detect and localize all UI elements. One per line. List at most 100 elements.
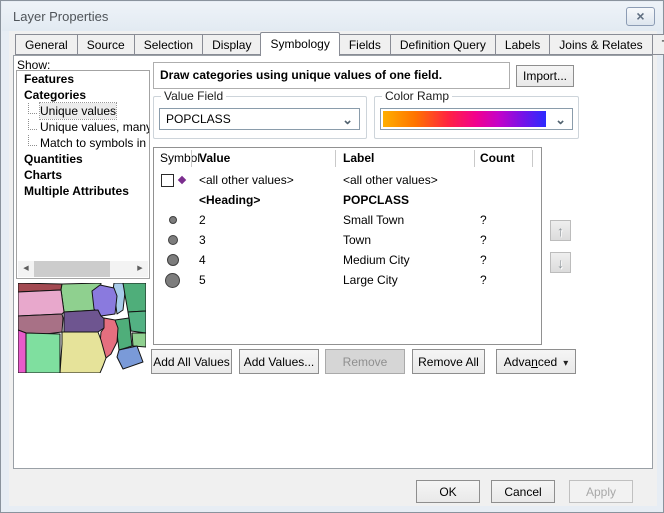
close-icon: ×: [636, 8, 644, 24]
value-cell: 4: [191, 253, 335, 267]
import-button[interactable]: Import...: [516, 65, 574, 87]
ok-button[interactable]: OK: [416, 480, 480, 503]
tree-horizontal-scrollbar[interactable]: ◀ ▶: [18, 261, 148, 277]
label-cell: <all other values>: [335, 173, 474, 187]
point-symbol-icon: [177, 176, 185, 184]
column-divider[interactable]: [532, 150, 533, 167]
value-field-dropdown[interactable]: POPCLASS ⌄: [159, 108, 360, 130]
symbol-cell: [154, 235, 191, 245]
value-cell: 2: [191, 213, 335, 227]
dropdown-arrow-icon: ▾: [563, 358, 568, 369]
value-cell: <Heading>: [191, 193, 335, 207]
column-header-symbol[interactable]: Symbol: [160, 151, 200, 165]
label-cell: POPCLASS: [335, 193, 474, 207]
color-ramp-gradient: [383, 111, 546, 127]
titlebar[interactable]: Layer Properties ×: [2, 2, 662, 31]
value-cell: <all other values>: [191, 173, 335, 187]
layer-properties-dialog: Layer Properties × General Source Select…: [0, 0, 664, 513]
unique-values-table: Symbol Value Label Count <all other valu…: [153, 147, 542, 345]
remove-all-button[interactable]: Remove All: [412, 349, 485, 374]
tab-fields[interactable]: Fields: [340, 34, 391, 55]
tree-branch-line: [28, 119, 37, 130]
count-cell: ?: [474, 253, 541, 267]
value-field-selected: POPCLASS: [166, 112, 231, 126]
move-down-button[interactable]: ↓: [550, 252, 571, 273]
scrollbar-thumb[interactable]: [34, 261, 110, 277]
tab-display[interactable]: Display: [203, 34, 261, 55]
remove-button[interactable]: Remove: [325, 349, 405, 374]
tree-branch-line: [28, 135, 37, 146]
tree-branch-line: [28, 103, 37, 114]
scroll-right-icon[interactable]: ▶: [132, 261, 148, 277]
up-arrow-icon: ↑: [557, 223, 564, 239]
tab-source[interactable]: Source: [78, 34, 135, 55]
tab-joins-relates[interactable]: Joins & Relates: [550, 34, 652, 55]
layer-preview-map: [18, 283, 146, 373]
value-cell: 5: [191, 273, 335, 287]
add-values-button[interactable]: Add Values...: [239, 349, 319, 374]
symbol-cell: [154, 254, 191, 266]
tab-labels[interactable]: Labels: [496, 34, 550, 55]
table-row-town[interactable]: 3 Town ?: [154, 230, 541, 250]
advanced-button[interactable]: Advanced▾: [496, 349, 576, 374]
window-title: Layer Properties: [13, 9, 108, 24]
column-divider[interactable]: [474, 150, 475, 167]
point-symbol-icon[interactable]: [169, 216, 177, 224]
table-row-all-other-values[interactable]: <all other values> <all other values>: [154, 170, 541, 190]
tree-item-features[interactable]: Features: [17, 71, 149, 87]
column-header-count[interactable]: Count: [480, 151, 515, 165]
add-all-values-button[interactable]: Add All Values: [151, 349, 232, 374]
tree-item-charts[interactable]: Charts: [17, 167, 149, 183]
color-ramp-dropdown[interactable]: ⌄: [380, 108, 573, 130]
table-row-small-town[interactable]: 2 Small Town ?: [154, 210, 541, 230]
point-symbol-icon[interactable]: [167, 254, 179, 266]
column-header-value[interactable]: Value: [199, 151, 230, 165]
symbol-cell: [154, 174, 191, 187]
label-cell: Town: [335, 233, 474, 247]
chevron-down-icon: ⌄: [342, 111, 353, 129]
tab-symbology[interactable]: Symbology: [260, 32, 339, 56]
column-header-label[interactable]: Label: [343, 151, 374, 165]
value-cell: 3: [191, 233, 335, 247]
value-field-label: Value Field: [161, 89, 226, 103]
count-cell: ?: [474, 233, 541, 247]
close-button[interactable]: ×: [626, 7, 655, 26]
table-row-large-city[interactable]: 5 Large City ?: [154, 270, 541, 290]
chevron-down-icon: ⌄: [555, 111, 566, 129]
table-row-heading[interactable]: <Heading> POPCLASS: [154, 190, 541, 210]
point-symbol-icon[interactable]: [165, 273, 180, 288]
tree-item-unique-values-many[interactable]: Unique values, many: [17, 119, 149, 135]
tab-selection[interactable]: Selection: [135, 34, 203, 55]
tree-item-match-to-symbols[interactable]: Match to symbols in a: [17, 135, 149, 151]
label-cell: Large City: [335, 273, 474, 287]
tab-definition-query[interactable]: Definition Query: [391, 34, 496, 55]
scroll-left-icon[interactable]: ◀: [18, 261, 34, 277]
tree-item-unique-values[interactable]: Unique values: [17, 103, 149, 119]
symbology-tab-page: Show: Features Categories Unique values …: [13, 55, 653, 469]
tab-general[interactable]: General: [15, 34, 78, 55]
tab-time[interactable]: Time: [653, 34, 664, 55]
count-cell: ?: [474, 273, 541, 287]
label-cell: Medium City: [335, 253, 474, 267]
symbol-cell: [154, 216, 191, 224]
symbol-cell: [154, 273, 191, 288]
table-row-medium-city[interactable]: 4 Medium City ?: [154, 250, 541, 270]
column-divider[interactable]: [335, 150, 336, 167]
cancel-button[interactable]: Cancel: [491, 480, 555, 503]
table-rows: <all other values> <all other values> <H…: [154, 170, 541, 290]
all-other-values-checkbox[interactable]: [161, 174, 174, 187]
column-divider[interactable]: [191, 150, 192, 167]
point-symbol-icon[interactable]: [168, 235, 178, 245]
symbology-method-tree: Features Categories Unique values Unique…: [16, 70, 150, 279]
tree-item-categories[interactable]: Categories: [17, 87, 149, 103]
tab-strip: General Source Selection Display Symbolo…: [15, 34, 664, 56]
tree-item-quantities[interactable]: Quantities: [17, 151, 149, 167]
move-up-button[interactable]: ↑: [550, 220, 571, 241]
down-arrow-icon: ↓: [557, 255, 564, 271]
color-ramp-label: Color Ramp: [382, 89, 452, 103]
count-cell: ?: [474, 213, 541, 227]
method-description: Draw categories using unique values of o…: [153, 62, 510, 89]
apply-button[interactable]: Apply: [569, 480, 633, 503]
tree-item-multiple-attributes[interactable]: Multiple Attributes: [17, 183, 149, 199]
label-cell: Small Town: [335, 213, 474, 227]
